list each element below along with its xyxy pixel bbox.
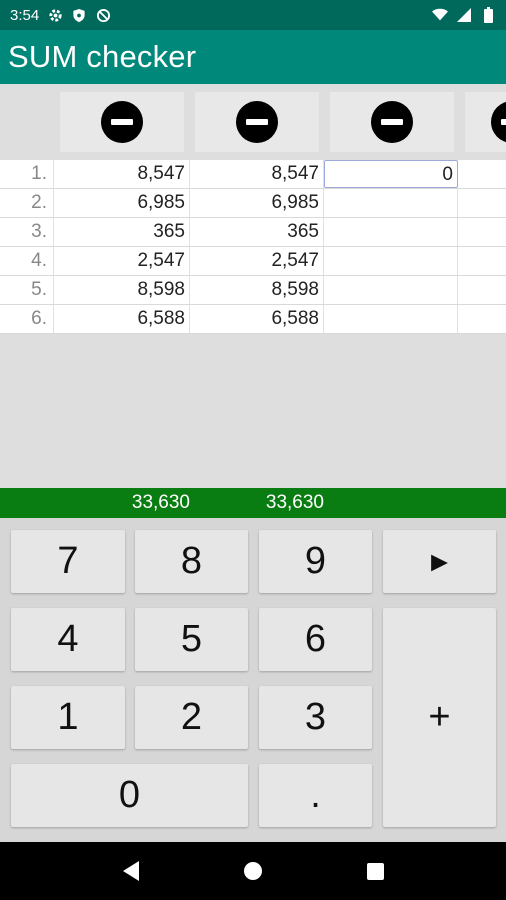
cell-column-4[interactable]: [458, 189, 506, 217]
table-row: 6. 6,588 6,588: [0, 305, 506, 334]
totals-bar: 33,630 33,630: [0, 488, 506, 518]
key-7[interactable]: 7: [11, 530, 125, 593]
key-9[interactable]: 9: [259, 530, 372, 593]
cell-column-4[interactable]: [458, 218, 506, 246]
row-index: 4.: [0, 247, 54, 275]
key-1[interactable]: 1: [11, 686, 125, 749]
row-index: 5.: [0, 276, 54, 304]
key-4[interactable]: 4: [11, 608, 125, 671]
key-2[interactable]: 2: [135, 686, 248, 749]
cell-column-3[interactable]: [324, 247, 458, 275]
key-6[interactable]: 6: [259, 608, 372, 671]
battery-icon: [480, 7, 496, 23]
row-index: 6.: [0, 305, 54, 333]
minus-circle-icon: [371, 101, 413, 143]
cell-column-1[interactable]: 365: [54, 218, 190, 246]
cell-column-3-active[interactable]: 0: [324, 160, 458, 188]
do-not-disturb-icon: [95, 7, 111, 23]
home-icon[interactable]: [243, 862, 262, 880]
number-keypad: 7 8 9 ► 4 5 6 1 2 3 + 0 .: [0, 518, 506, 842]
cell-column-4[interactable]: [458, 160, 506, 188]
minus-circle-icon: [101, 101, 143, 143]
total-column-1: 33,630: [131, 492, 190, 513]
wifi-icon: [432, 7, 448, 23]
remove-column-4-button[interactable]: [465, 92, 506, 152]
recents-icon[interactable]: [366, 862, 384, 880]
cell-column-3[interactable]: [324, 189, 458, 217]
row-index: 2.: [0, 189, 54, 217]
key-0[interactable]: 0: [11, 764, 248, 827]
table-row: 3. 365 365: [0, 218, 506, 247]
table-row: 4. 2,547 2,547: [0, 247, 506, 276]
cell-column-1[interactable]: 2,547: [54, 247, 190, 275]
cell-column-2[interactable]: 6,588: [190, 305, 324, 333]
cell-column-2[interactable]: 8,598: [190, 276, 324, 304]
remove-column-2-button[interactable]: [195, 92, 319, 152]
key-5[interactable]: 5: [135, 608, 248, 671]
minus-circle-icon: [236, 101, 278, 143]
app-title: SUM checker: [8, 39, 197, 74]
cell-column-4[interactable]: [458, 247, 506, 275]
cell-column-1[interactable]: 6,985: [54, 189, 190, 217]
cell-column-4[interactable]: [458, 305, 506, 333]
total-column-2: 33,630: [265, 492, 324, 513]
cell-column-4[interactable]: [458, 276, 506, 304]
table-row: 2. 6,985 6,985: [0, 189, 506, 218]
numbers-table: 1. 8,547 8,547 0 2. 6,985 6,985 3. 365 3…: [0, 160, 506, 334]
cell-column-3[interactable]: [324, 305, 458, 333]
table-row: 5. 8,598 8,598: [0, 276, 506, 305]
cell-column-1[interactable]: 8,598: [54, 276, 190, 304]
key-8[interactable]: 8: [135, 530, 248, 593]
cell-column-3[interactable]: [324, 276, 458, 304]
cell-column-2[interactable]: 365: [190, 218, 324, 246]
cell-column-2[interactable]: 6,985: [190, 189, 324, 217]
remove-column-3-button[interactable]: [330, 92, 454, 152]
row-index: 1.: [0, 160, 54, 188]
key-3[interactable]: 3: [259, 686, 372, 749]
cell-signal-icon: [456, 7, 472, 23]
cell-column-2[interactable]: 2,547: [190, 247, 324, 275]
app-bar: SUM checker: [0, 30, 506, 84]
cell-column-3[interactable]: [324, 218, 458, 246]
shield-icon: [71, 7, 87, 23]
plus-button[interactable]: +: [383, 608, 496, 827]
cell-column-2[interactable]: 8,547: [190, 160, 324, 188]
decimal-point-key[interactable]: .: [259, 764, 372, 827]
row-index: 3.: [0, 218, 54, 246]
column-header-row: [0, 84, 506, 160]
status-bar: 3:54: [0, 0, 506, 30]
minus-circle-icon: [491, 101, 506, 143]
system-nav-bar: [0, 842, 506, 900]
next-arrow-button[interactable]: ►: [383, 530, 496, 593]
status-time: 3:54: [10, 6, 40, 24]
settings-icon: [47, 7, 63, 23]
cell-column-1[interactable]: 8,547: [54, 160, 190, 188]
remove-column-1-button[interactable]: [60, 92, 184, 152]
cell-column-1[interactable]: 6,588: [54, 305, 190, 333]
table-row: 1. 8,547 8,547 0: [0, 160, 506, 189]
back-icon[interactable]: [122, 861, 139, 881]
